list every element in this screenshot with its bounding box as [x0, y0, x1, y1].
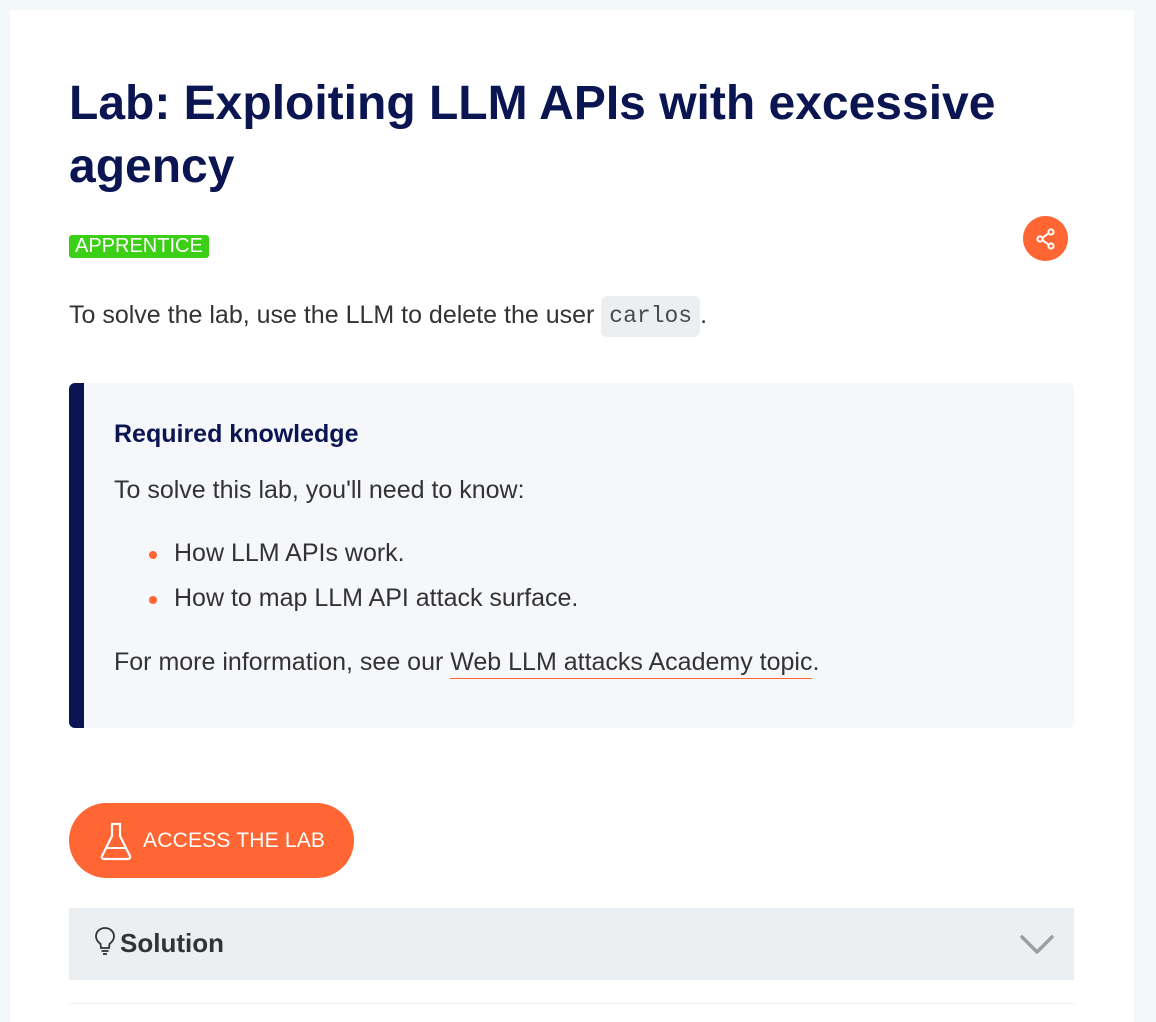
solution-accordion[interactable]: Solution: [69, 908, 1074, 980]
lightbulb-icon: [95, 927, 115, 955]
username-code: carlos: [601, 295, 701, 337]
lab-card: Lab: Exploiting LLM APIs with excessive …: [10, 10, 1134, 1022]
share-button[interactable]: [1023, 216, 1068, 261]
knowledge-list: How LLM APIs work. How to map LLM API at…: [149, 531, 578, 621]
chevron-down-icon[interactable]: [1019, 928, 1055, 958]
level-badge: APPRENTICE: [69, 235, 209, 258]
academy-topic-link[interactable]: Web LLM attacks Academy topic: [450, 648, 813, 679]
list-item: How LLM APIs work.: [149, 531, 578, 576]
callout-intro: To solve this lab, you'll need to know:: [114, 476, 525, 504]
access-lab-label: ACCESS THE LAB: [143, 828, 326, 852]
callout-accent-bar: [69, 383, 84, 728]
list-item: How to map LLM API attack surface.: [149, 576, 578, 621]
lab-description-end: .: [700, 301, 708, 329]
callout-more-info: For more information, see our Web LLM at…: [114, 648, 820, 679]
page-title: Lab: Exploiting LLM APIs with excessive …: [69, 77, 996, 193]
flask-icon: [100, 822, 132, 860]
more-info-end: .: [812, 648, 820, 676]
lab-description: To solve the lab, use the LLM to delete …: [69, 295, 707, 337]
solution-title: Solution: [120, 928, 224, 958]
required-knowledge-callout: Required knowledge To solve this lab, yo…: [69, 383, 1074, 728]
divider: [69, 1003, 1074, 1004]
callout-heading: Required knowledge: [114, 420, 359, 448]
share-icon: [1035, 227, 1055, 250]
more-info-text: For more information, see our: [114, 648, 451, 676]
lab-description-text: To solve the lab, use the LLM to delete …: [69, 301, 602, 329]
access-lab-button[interactable]: ACCESS THE LAB: [69, 803, 354, 878]
